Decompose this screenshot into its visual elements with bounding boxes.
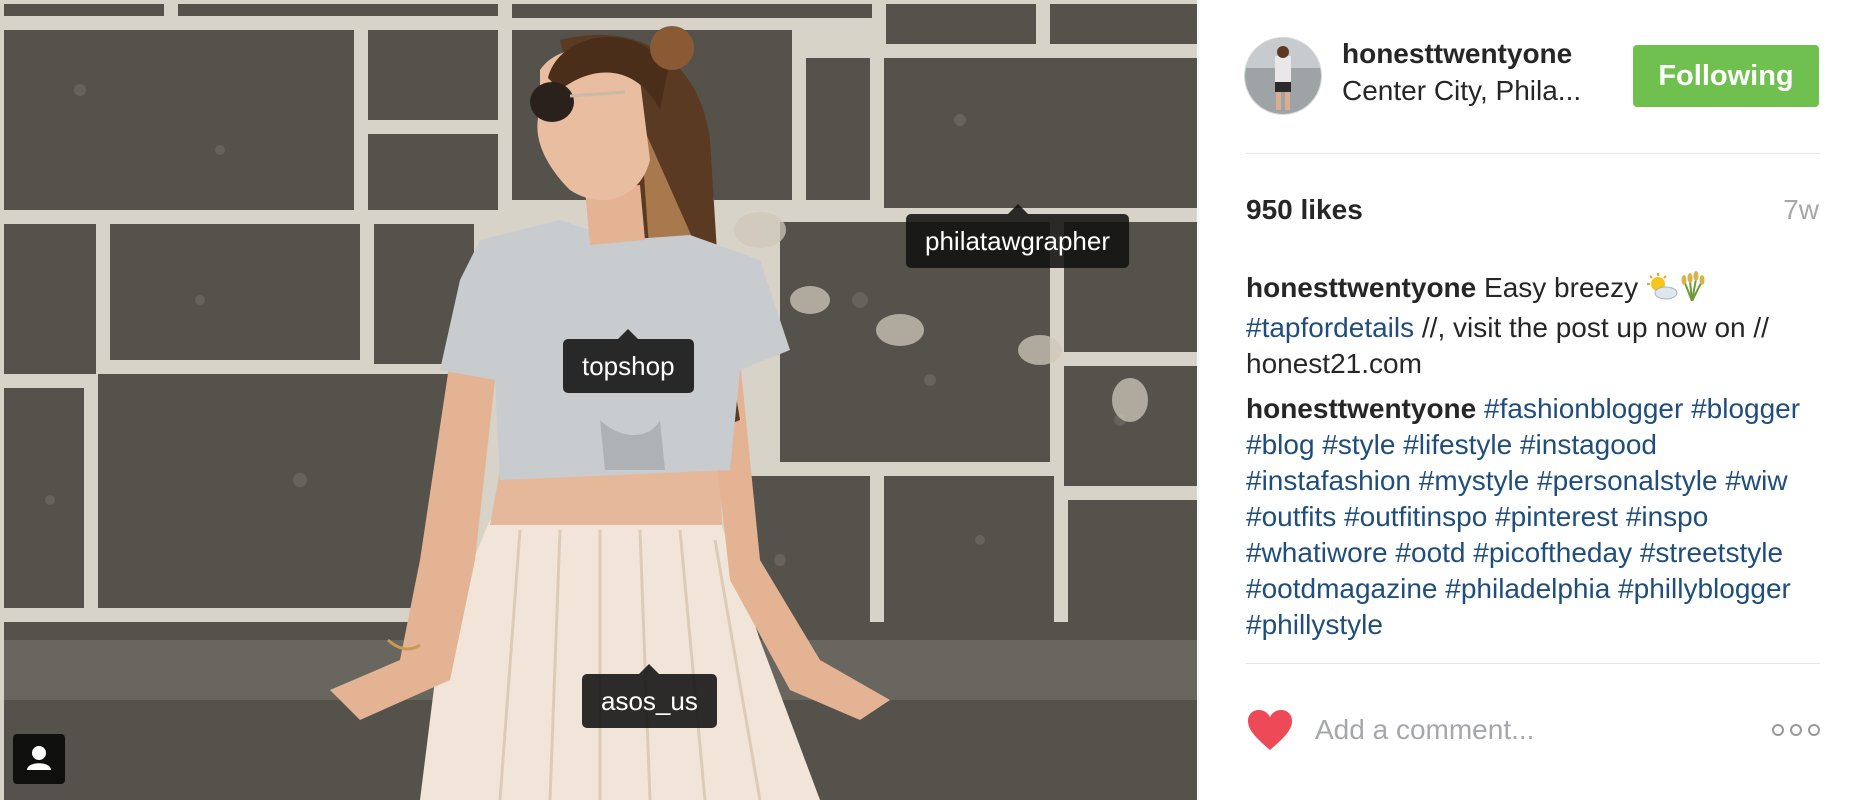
- hashtag-link[interactable]: #phillystyle: [1246, 609, 1383, 640]
- hashtag-link[interactable]: #personalstyle: [1537, 465, 1718, 496]
- photo-tag-asos-us[interactable]: asos_us: [582, 664, 717, 728]
- hashtag-link[interactable]: #ootdmagazine: [1246, 573, 1437, 604]
- caption-username[interactable]: honesttwentyone: [1246, 272, 1476, 303]
- hashtag-link[interactable]: #whatiwore: [1246, 537, 1388, 568]
- hashtag-link[interactable]: #fashionblogger: [1484, 393, 1683, 424]
- header-divider: [1246, 153, 1820, 154]
- add-comment-input[interactable]: [1315, 708, 1735, 752]
- sheaf-of-rice-icon: [1678, 271, 1706, 310]
- hashtag-link[interactable]: #outfitinspo: [1344, 501, 1487, 532]
- like-button[interactable]: [1246, 708, 1294, 757]
- hashtag-link[interactable]: #mystyle: [1419, 465, 1529, 496]
- comment-hashtags: #fashionblogger #blogger #blog #style #l…: [1246, 393, 1800, 640]
- following-button[interactable]: Following: [1633, 45, 1819, 107]
- comment-username[interactable]: honesttwentyone: [1246, 393, 1476, 424]
- hashtag-link[interactable]: #outfits: [1246, 501, 1336, 532]
- hashtag-link[interactable]: #phillyblogger: [1618, 573, 1791, 604]
- hashtag-link[interactable]: #instagood: [1520, 429, 1657, 460]
- hashtag-link[interactable]: #philadelphia: [1445, 573, 1610, 604]
- likes-count[interactable]: 950 likes: [1246, 194, 1363, 226]
- post-details-panel: honesttwentyone Center City, Phila... Fo…: [1198, 0, 1866, 800]
- hashtag-link[interactable]: #streetstyle: [1640, 537, 1783, 568]
- photo-tag-topshop[interactable]: topshop: [563, 329, 694, 393]
- hashtag-link[interactable]: #lifestyle: [1403, 429, 1512, 460]
- actions-divider: [1246, 663, 1820, 664]
- user-tags-toggle-button[interactable]: [13, 734, 65, 784]
- owner-username[interactable]: honesttwentyone: [1342, 38, 1572, 70]
- avatar[interactable]: [1244, 37, 1322, 115]
- post-location[interactable]: Center City, Phila...: [1342, 75, 1592, 107]
- photo-tag-philatawgrapher[interactable]: philatawgrapher: [906, 204, 1130, 268]
- sun-behind-cloud-icon: [1646, 273, 1678, 310]
- post-photo[interactable]: philatawgrapher topshop asos_us: [0, 0, 1197, 800]
- hashtag-link[interactable]: #pinterest: [1495, 501, 1618, 532]
- caption: honesttwentyone Easy breezy #tapfordetai…: [1246, 270, 1826, 382]
- comment-item: honesttwentyone #fashionblogger #blogger…: [1246, 391, 1826, 643]
- avatar-image: [1245, 38, 1321, 114]
- post-timestamp[interactable]: 7w: [1783, 194, 1819, 226]
- hashtag-link[interactable]: #style: [1322, 429, 1395, 460]
- hashtag-link[interactable]: #wiw: [1725, 465, 1787, 496]
- hashtag-link[interactable]: #blog: [1246, 429, 1315, 460]
- hashtag-link[interactable]: #ootd: [1395, 537, 1465, 568]
- hashtag-link[interactable]: #instafashion: [1246, 465, 1411, 496]
- hashtag-link[interactable]: #blogger: [1691, 393, 1800, 424]
- hashtag-link[interactable]: #tapfordetails: [1246, 312, 1414, 343]
- more-options-icon: [1772, 724, 1820, 736]
- hashtag-link[interactable]: #picoftheday: [1473, 537, 1632, 568]
- heart-icon: [1248, 710, 1292, 750]
- person-icon: [27, 746, 51, 770]
- caption-text: Easy breezy: [1484, 272, 1639, 303]
- hashtag-link[interactable]: #inspo: [1626, 501, 1709, 532]
- more-options-button[interactable]: [1771, 720, 1821, 745]
